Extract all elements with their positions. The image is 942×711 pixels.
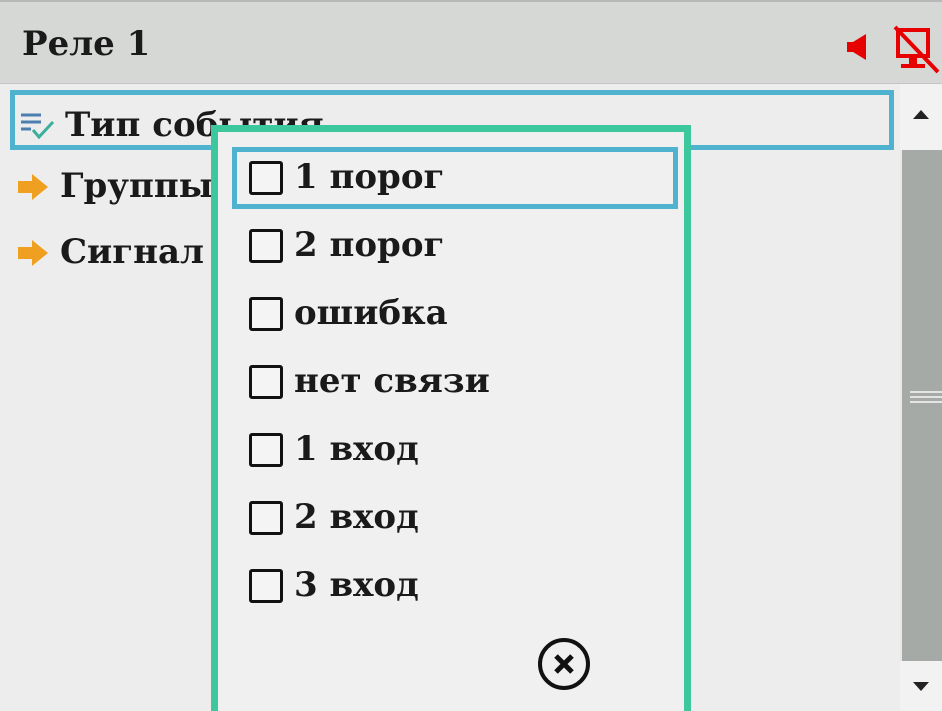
checklist-icon [21,113,55,140]
menu-item-label: Группы [60,166,213,206]
scroll-up-button[interactable] [900,84,942,150]
option-input-3[interactable]: 3 вход [232,555,678,617]
option-label: нет связи [294,361,490,401]
scroll-down-button[interactable] [900,661,942,711]
arrow-right-icon [18,240,48,266]
no-screen-icon[interactable] [892,24,942,76]
option-label: 1 вход [294,429,419,469]
checkbox[interactable] [249,365,283,399]
scrollbar[interactable] [900,84,942,711]
option-input-2[interactable]: 2 вход [232,487,678,549]
option-label: 2 вход [294,497,419,537]
menu-item-label: Сигнал [60,232,205,272]
checkbox[interactable] [249,297,283,331]
option-label: ошибка [294,293,448,333]
grip-icon [910,391,942,403]
option-threshold-2[interactable]: 2 порог [232,215,678,277]
checkbox[interactable] [249,161,283,195]
page-title: Реле 1 [22,24,151,64]
arrow-right-icon [18,174,48,200]
arrow-up-icon [913,110,929,119]
checkbox[interactable] [249,229,283,263]
title-bar: Реле 1 [0,0,942,84]
checkbox[interactable] [249,569,283,603]
close-icon[interactable] [536,636,592,692]
option-input-1[interactable]: 1 вход [232,419,678,481]
scroll-thumb[interactable] [902,150,942,661]
option-label: 2 порог [294,225,445,265]
option-label: 1 порог [294,157,445,197]
checkbox[interactable] [249,501,283,535]
arrow-down-icon [913,682,929,691]
option-no-connection[interactable]: нет связи [232,351,678,413]
checkbox[interactable] [249,433,283,467]
option-error[interactable]: ошибка [232,283,678,345]
event-type-dropdown: 1 порог 2 порог ошибка нет связи 1 вход … [211,125,691,711]
speaker-icon[interactable] [846,33,870,61]
option-label: 3 вход [294,565,419,605]
option-threshold-1[interactable]: 1 порог [232,147,678,209]
